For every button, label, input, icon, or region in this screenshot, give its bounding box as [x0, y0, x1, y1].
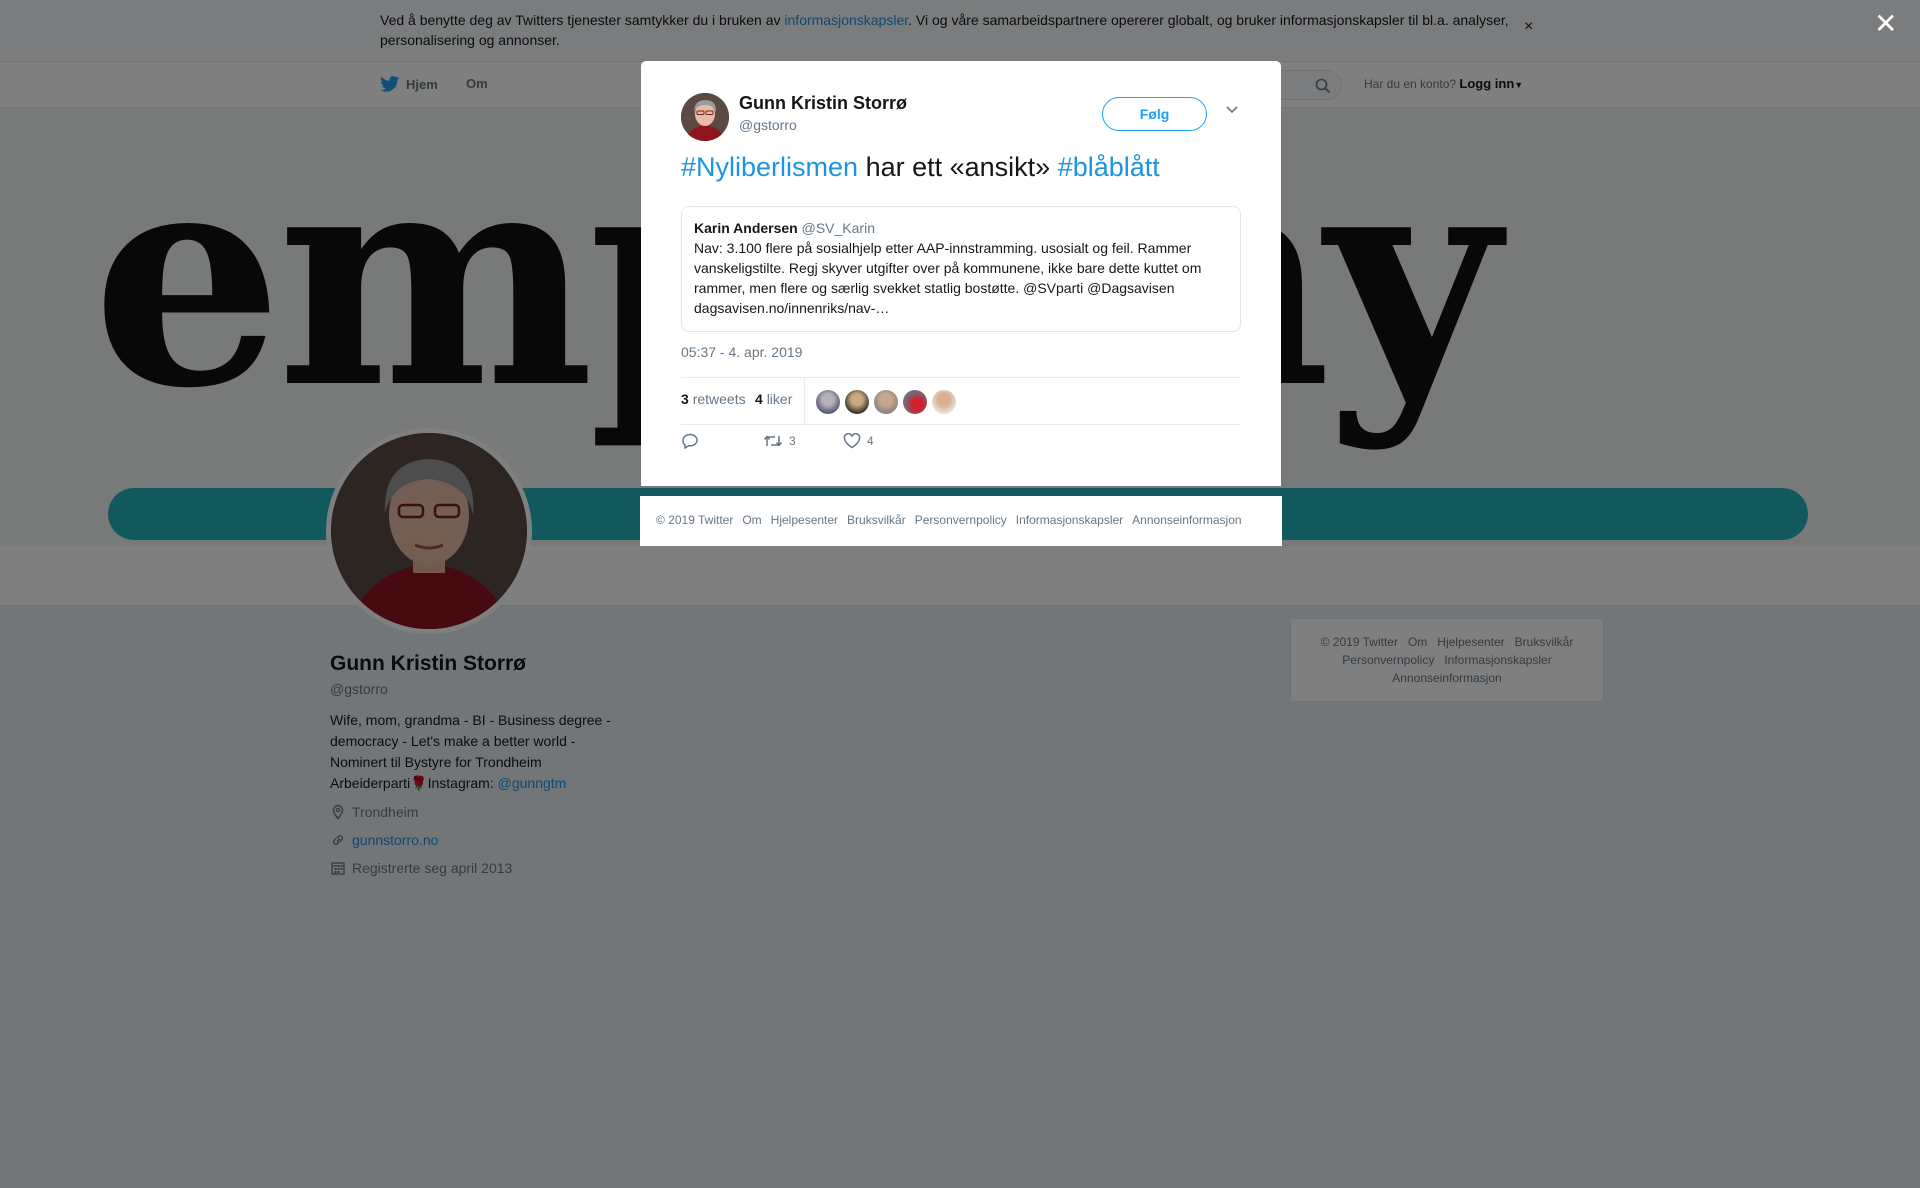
retweet-count: 3 [789, 434, 796, 448]
hashtag-link[interactable]: #Nyliberlismen [681, 152, 858, 182]
retweets-stat[interactable]: 3 retweets [681, 391, 746, 407]
liker-avatars [816, 390, 961, 414]
liker-avatar[interactable] [903, 390, 927, 414]
liker-avatar[interactable] [874, 390, 898, 414]
footer-copyright: © 2019 Twitter [656, 513, 734, 527]
quoted-tweet[interactable]: Karin Andersen @SV_Karin Nav: 3.100 fler… [681, 206, 1241, 332]
liker-avatar[interactable] [816, 390, 840, 414]
footer-link-cookies[interactable]: Informasjonskapsler [1016, 513, 1123, 527]
reply-icon [682, 433, 698, 449]
retweets-label: retweets [692, 391, 746, 407]
like-count: 4 [867, 434, 874, 448]
tweet-text: #Nyliberlismen har ett «ansikt» #blåblåt… [681, 149, 1160, 185]
footer-link-help[interactable]: Hjelpesenter [771, 513, 838, 527]
modal-footer: © 2019 Twitter Om Hjelpesenter Bruksvilkår P… [640, 496, 1282, 546]
reply-button[interactable] [681, 433, 705, 449]
footer-link-about[interactable]: Om [742, 513, 761, 527]
footer-link-privacy[interactable]: Personvernpolicy [915, 513, 1007, 527]
hashtag-link[interactable]: #blåblått [1058, 152, 1160, 182]
retweet-button[interactable]: 3 [763, 433, 796, 449]
tweet-stats: 3 retweets 4 liker [681, 377, 1241, 425]
close-icon[interactable]: ✕ [1874, 10, 1897, 38]
like-button[interactable]: 4 [843, 433, 874, 449]
likes-count: 4 [755, 391, 763, 407]
retweets-count: 3 [681, 391, 689, 407]
liker-avatar[interactable] [845, 390, 869, 414]
liker-avatar[interactable] [932, 390, 956, 414]
likes-label: liker [766, 391, 793, 407]
chevron-down-icon[interactable] [1225, 105, 1239, 115]
tweet-author-handle[interactable]: @gstorro [739, 117, 797, 133]
follow-button[interactable]: Følg [1102, 97, 1207, 131]
tweet-author-avatar[interactable] [681, 93, 729, 141]
retweet-icon [763, 435, 783, 447]
footer-link-terms[interactable]: Bruksvilkår [847, 513, 906, 527]
heart-icon [843, 433, 861, 449]
tweet-author-name[interactable]: Gunn Kristin Storrø [739, 93, 907, 114]
stats-divider [804, 378, 805, 424]
likes-stat[interactable]: 4 liker [755, 391, 792, 407]
tweet-timestamp[interactable]: 05:37 - 4. apr. 2019 [681, 344, 802, 360]
footer-link-ads[interactable]: Annonseinformasjon [1132, 513, 1241, 527]
quoted-tweet-text: Nav: 3.100 flere på sosialhjelp etter AA… [694, 240, 1202, 316]
quoted-author-handle: @SV_Karin [801, 220, 875, 236]
author-avatar-portrait [681, 93, 729, 141]
quoted-tweet-header: Karin Andersen @SV_Karin [694, 218, 1228, 238]
tweet-text-middle: har ett «ansikt» [858, 152, 1058, 182]
tweet-modal: Gunn Kristin Storrø @gstorro Følg #Nylib… [641, 61, 1281, 486]
quoted-author-name: Karin Andersen [694, 220, 798, 236]
